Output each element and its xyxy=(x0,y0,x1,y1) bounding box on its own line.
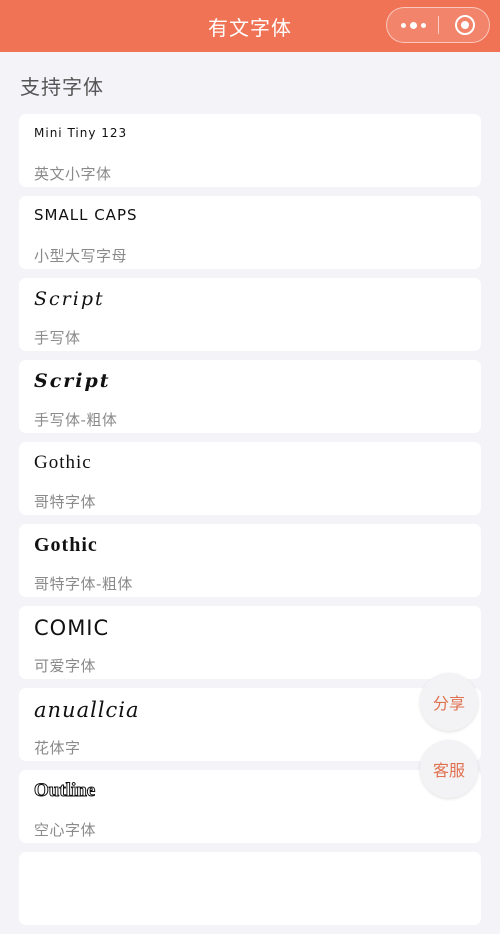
font-sample: Gothic xyxy=(34,534,98,556)
font-caption: 手写体 xyxy=(34,329,81,347)
share-button[interactable]: 分享 xyxy=(420,673,478,731)
font-caption: 英文小字体 xyxy=(34,165,112,183)
font-card-tiny[interactable]: Mini Tiny 123 英文小字体 xyxy=(19,114,481,187)
font-card-outline[interactable]: Outline 空心字体 xyxy=(19,770,481,843)
font-card-fancy[interactable]: anuallcia 花体字 xyxy=(19,688,481,761)
top-navigation-bar: 有文字体 xyxy=(0,0,500,52)
font-sample: Gothic xyxy=(34,452,92,473)
font-sample: Mini Tiny 123 xyxy=(34,126,128,140)
font-caption: 哥特字体-粗体 xyxy=(34,575,133,593)
font-caption: 小型大写字母 xyxy=(34,247,128,265)
font-sample: Outline xyxy=(33,780,96,802)
font-card-partial[interactable] xyxy=(19,852,481,925)
mini-program-capsule xyxy=(386,7,490,43)
font-list: Mini Tiny 123 英文小字体 SMALL CAPS 小型大写字母 Sc… xyxy=(19,114,481,934)
font-card-comic[interactable]: COMIC 可爱字体 xyxy=(19,606,481,679)
font-caption: 花体字 xyxy=(34,739,81,757)
more-dots-icon-end xyxy=(420,22,426,28)
font-card-script[interactable]: Script 手写体 xyxy=(19,278,481,351)
font-card-gothic[interactable]: Gothic 哥特字体 xyxy=(19,442,481,515)
font-caption: 手写体-粗体 xyxy=(34,411,118,429)
font-caption: 哥特字体 xyxy=(34,493,97,511)
font-card-script-bold[interactable]: Script 手写体-粗体 xyxy=(19,360,481,433)
customer-service-button[interactable]: 客服 xyxy=(420,740,478,798)
more-dots-icon-center xyxy=(409,21,417,29)
font-card-gothic-bold[interactable]: Gothic 哥特字体-粗体 xyxy=(19,524,481,597)
font-sample: anuallcia xyxy=(34,698,140,722)
more-button[interactable] xyxy=(387,8,439,42)
close-button[interactable] xyxy=(439,8,491,42)
font-caption: 可爱字体 xyxy=(34,657,97,675)
section-title: 支持字体 xyxy=(20,75,104,99)
font-card-small-caps[interactable]: SMALL CAPS 小型大写字母 xyxy=(19,196,481,269)
target-circle-icon xyxy=(455,15,475,35)
font-sample: Script xyxy=(34,288,105,310)
font-sample: COMIC xyxy=(34,616,110,640)
font-sample: Script xyxy=(34,370,111,392)
font-sample: SMALL CAPS xyxy=(34,206,138,224)
font-caption: 空心字体 xyxy=(34,821,97,839)
more-dots-icon xyxy=(400,22,406,28)
